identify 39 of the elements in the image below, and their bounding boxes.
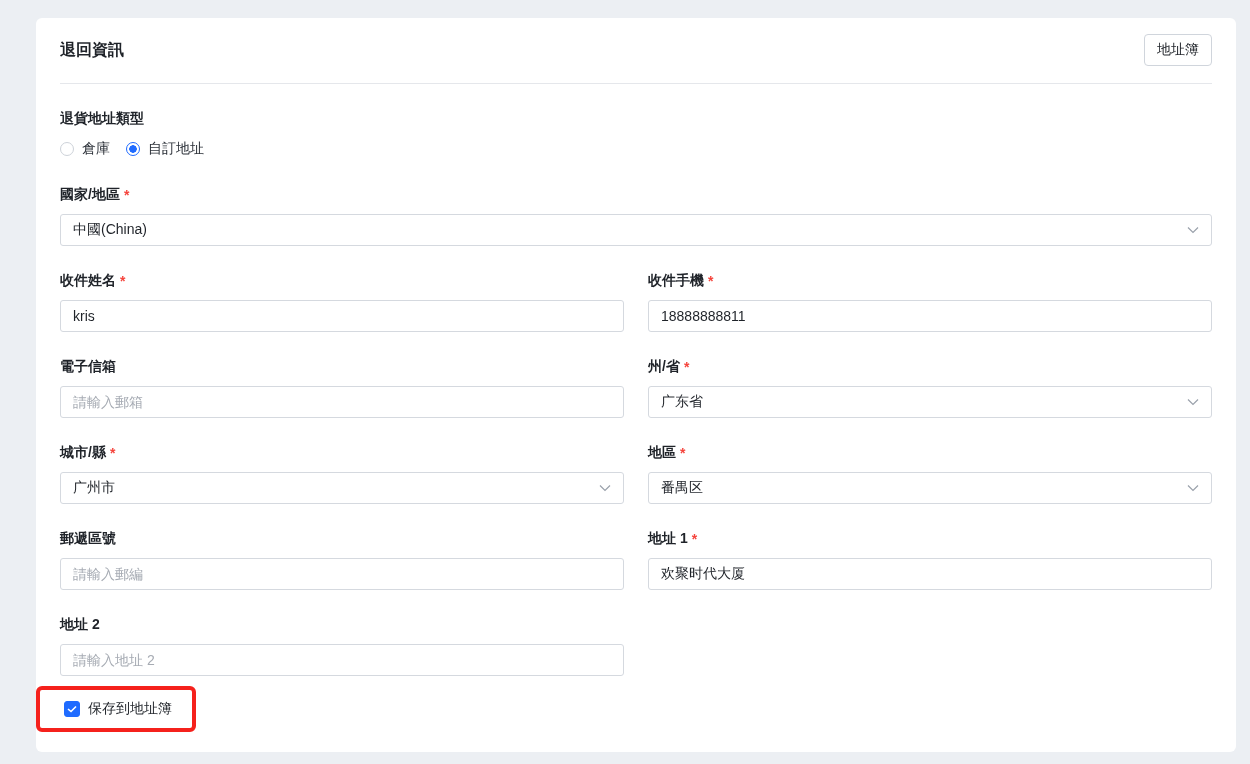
required-asterisk: * [120,273,126,289]
input-field[interactable]: 請輸入地址 2 [60,644,624,676]
input-field[interactable]: 18888888811 [648,300,1212,332]
field-label: 電子信箱 [60,358,116,376]
field-label: 地址 2 [60,616,100,634]
chevron-down-icon [599,484,611,492]
address-book-button[interactable]: 地址簿 [1144,33,1212,66]
field-label: 退貨地址類型 [60,110,144,128]
required-asterisk: * [683,359,690,375]
save-checkbox[interactable]: 保存到地址簿 [64,700,172,718]
select-field[interactable]: 广州市 [60,472,624,504]
field-label: 地址 1 [648,530,688,548]
radio-option[interactable]: 自訂地址 [126,140,204,158]
select-field[interactable]: 中國(China) [60,214,1212,246]
required-asterisk: * [691,531,698,547]
select-field[interactable]: 番禺区 [648,472,1212,504]
select-field[interactable]: 广东省 [648,386,1212,418]
field-label: 地區 [648,444,676,462]
field-label: 收件手機 [648,272,704,290]
input-field[interactable]: 請輸入郵編 [60,558,624,590]
chevron-down-icon [1187,226,1199,234]
required-asterisk: * [123,187,130,203]
field-label: 國家/地區 [60,186,120,204]
required-asterisk: * [708,273,714,289]
field-label: 州/省 [648,358,680,376]
input-field[interactable]: kris [60,300,624,332]
radio-icon[interactable] [126,142,140,156]
input-field[interactable]: 欢聚时代大厦 [648,558,1212,590]
section-title: 退回資訊 [60,40,124,60]
chevron-down-icon [1187,484,1199,492]
checkbox-icon[interactable] [64,701,80,717]
required-asterisk: * [680,445,686,461]
field-label: 城市/縣 [60,444,106,462]
radio-option[interactable]: 倉庫 [60,140,110,158]
required-asterisk: * [109,445,116,461]
field-label: 收件姓名 [60,272,116,290]
field-label: 郵遞區號 [60,530,116,548]
chevron-down-icon [1187,398,1199,406]
input-field[interactable]: 請輸入郵箱 [60,386,624,418]
